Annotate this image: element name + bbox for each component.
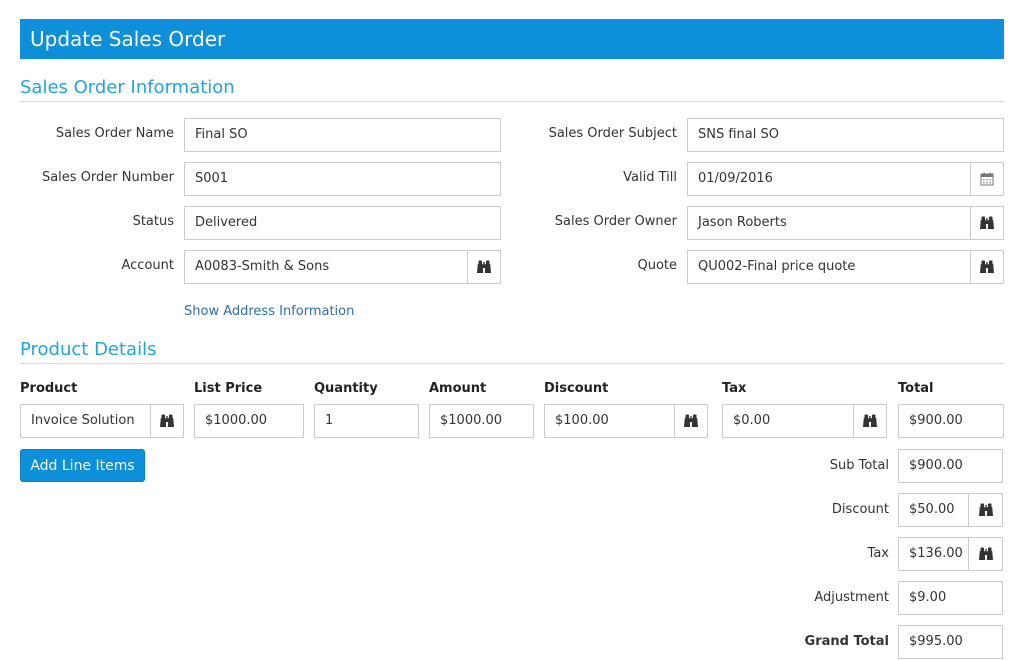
line-discount-input[interactable]: $100.00	[544, 404, 675, 438]
column-header-discount: Discount	[544, 381, 609, 396]
column-header-list-price: List Price	[194, 381, 263, 396]
account-label: Account	[121, 258, 175, 273]
column-header-quantity: Quantity	[314, 381, 378, 396]
adjustment-label: Adjustment	[814, 590, 889, 605]
grand-total-label: Grand Total	[804, 634, 889, 649]
column-header-tax: Tax	[722, 381, 747, 396]
account-lookup-button[interactable]	[467, 250, 501, 284]
binoculars-icon	[978, 503, 994, 517]
quote-input[interactable]: QU002-Final price quote	[687, 250, 971, 284]
binoculars-icon	[862, 414, 878, 428]
binoculars-icon	[979, 216, 995, 230]
sales-order-owner-input[interactable]: Jason Roberts	[687, 206, 971, 240]
quote-lookup-button[interactable]	[970, 250, 1004, 284]
add-line-items-button[interactable]: Add Line Items	[20, 449, 145, 482]
owner-lookup-button[interactable]	[970, 206, 1004, 240]
quote-label: Quote	[637, 258, 677, 273]
product-lookup-button[interactable]	[150, 404, 184, 438]
summary-tax-lookup-button[interactable]	[968, 537, 1003, 571]
sales-order-number-label: Sales Order Number	[41, 170, 174, 185]
valid-till-input[interactable]: 01/09/2016	[687, 162, 971, 196]
valid-till-label: Valid Till	[623, 170, 677, 185]
quantity-input[interactable]: 1	[314, 404, 419, 438]
product-input[interactable]: Invoice Solution	[20, 404, 151, 438]
line-discount-lookup-button[interactable]	[674, 404, 708, 438]
account-input[interactable]: A0083-Smith & Sons	[184, 250, 468, 284]
section-divider	[20, 363, 1004, 364]
calendar-icon	[980, 172, 994, 186]
status-input[interactable]: Delivered	[184, 206, 501, 240]
section-title-product-details: Product Details	[20, 339, 157, 360]
section-divider	[20, 101, 1004, 102]
binoculars-icon	[159, 414, 175, 428]
sales-order-name-input[interactable]: Final SO	[184, 118, 501, 152]
page-title: Update Sales Order	[20, 19, 1004, 59]
list-price-input[interactable]: $1000.00	[194, 404, 304, 438]
summary-discount-input[interactable]: $50.00	[898, 493, 969, 527]
sales-order-number-input[interactable]: S001	[184, 162, 501, 196]
column-header-amount: Amount	[429, 381, 487, 396]
sales-order-owner-label: Sales Order Owner	[554, 214, 677, 229]
summary-discount-label: Discount	[831, 502, 889, 517]
binoculars-icon	[978, 547, 994, 561]
column-header-total: Total	[898, 381, 934, 396]
line-tax-lookup-button[interactable]	[853, 404, 887, 438]
sub-total-field: $900.00	[898, 449, 1003, 483]
section-title-sales-order-info: Sales Order Information	[20, 77, 235, 98]
line-total-input[interactable]: $900.00	[898, 404, 1004, 438]
grand-total-field: $995.00	[898, 625, 1003, 659]
column-header-product: Product	[20, 381, 78, 396]
valid-till-calendar-button[interactable]	[970, 162, 1004, 196]
amount-input[interactable]: $1000.00	[429, 404, 534, 438]
line-tax-input[interactable]: $0.00	[722, 404, 854, 438]
sales-order-name-label: Sales Order Name	[55, 126, 174, 141]
binoculars-icon	[979, 260, 995, 274]
show-address-information-link[interactable]: Show Address Information	[184, 303, 354, 321]
summary-tax-label: Tax	[867, 546, 889, 561]
summary-tax-input[interactable]: $136.00	[898, 537, 969, 571]
binoculars-icon	[683, 414, 699, 428]
sales-order-subject-input[interactable]: SNS final SO	[687, 118, 1004, 152]
binoculars-icon	[476, 260, 492, 274]
sub-total-label: Sub Total	[829, 458, 889, 473]
status-label: Status	[132, 214, 174, 229]
adjustment-input[interactable]: $9.00	[898, 581, 1003, 615]
sales-order-subject-label: Sales Order Subject	[548, 126, 677, 141]
summary-discount-lookup-button[interactable]	[968, 493, 1003, 527]
